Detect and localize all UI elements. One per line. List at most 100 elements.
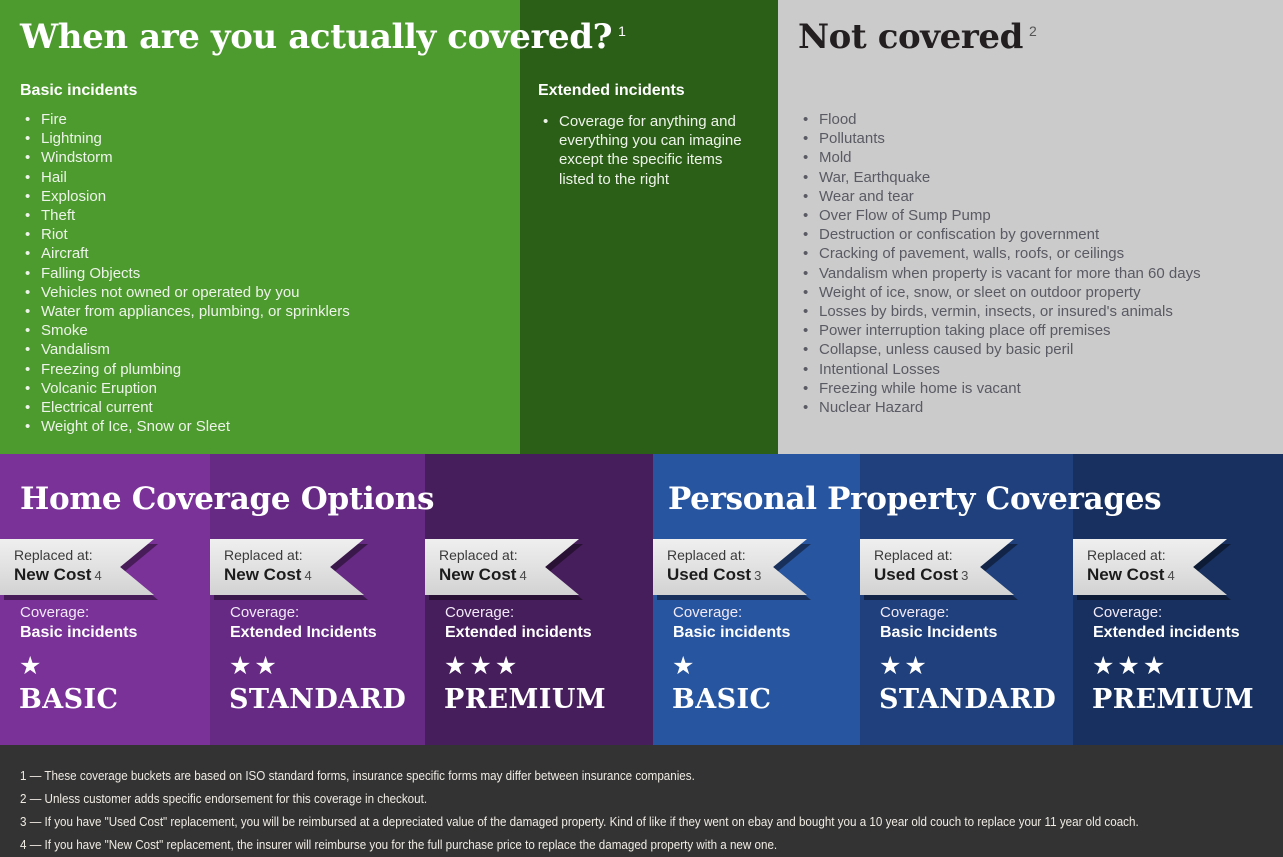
list-item: • Vandalism when property is vacant for m… xyxy=(798,264,1201,283)
list-item: • Volcanic Eruption xyxy=(20,379,350,398)
replaced-at-value: Used Cost 3 xyxy=(874,565,968,585)
basic-incidents-heading: Basic incidents xyxy=(20,82,138,99)
coverage-label: Coverage: xyxy=(230,604,300,621)
coverage-label: Coverage: xyxy=(20,604,90,621)
bullet-icon: • xyxy=(25,207,31,225)
bullet-icon: • xyxy=(803,168,809,186)
coverage-value: Extended incidents xyxy=(445,624,592,641)
coverage-value: Extended incidents xyxy=(1093,624,1240,641)
list-item: • Aircraft xyxy=(20,244,350,263)
list-item-label: Riot xyxy=(41,226,68,244)
list-item: • Freezing of plumbing xyxy=(20,360,350,379)
list-item-label: Explosion xyxy=(41,187,107,205)
list-item-label: Vandalism when property is vacant for mo… xyxy=(819,264,1201,282)
bullet-icon: • xyxy=(803,187,809,205)
list-item-label: Destruction or confiscation by governmen… xyxy=(819,226,1100,244)
bullet-icon: • xyxy=(25,245,31,263)
list-item: • Nuclear Hazard xyxy=(798,398,1201,417)
bullet-icon: • xyxy=(803,111,809,128)
tier-name: PREMIUM xyxy=(444,684,607,715)
list-item: • Wear and tear xyxy=(798,187,1201,206)
covered-title: When are you actually covered? 1 xyxy=(20,20,626,54)
covered-title-superscript: 1 xyxy=(618,22,626,39)
list-item: • Coverage for anything and everything yo… xyxy=(538,112,758,189)
list-item-label: Intentional Losses xyxy=(819,360,940,378)
list-item: • Mold xyxy=(798,148,1201,167)
list-item-label: Power interruption taking place off prem… xyxy=(819,322,1111,340)
list-item-label: War, Earthquake xyxy=(819,168,931,186)
list-item-label: Hail xyxy=(41,168,67,186)
tier-name: PREMIUM xyxy=(1092,684,1255,715)
not-covered-title-text: Not covered xyxy=(798,17,1023,57)
list-item: • Explosion xyxy=(20,187,350,206)
list-item: • Freezing while home is vacant xyxy=(798,379,1201,398)
list-item: • Destruction or confiscation by governme… xyxy=(798,225,1201,244)
replaced-at-label: Replaced at: xyxy=(439,547,518,563)
replacement-cost-type: New Cost xyxy=(224,565,302,584)
list-item: • Falling Objects xyxy=(20,264,350,283)
replacement-ribbon: Replaced at: New Cost 4 xyxy=(425,539,583,600)
replaced-at-label: Replaced at: xyxy=(874,547,953,563)
list-item: • Windstorm xyxy=(20,148,350,167)
list-item: • War, Earthquake xyxy=(798,168,1201,187)
replacement-ribbon: Replaced at: New Cost 4 xyxy=(1073,539,1231,600)
replaced-at-value: New Cost 4 xyxy=(14,565,102,585)
footnote-marker: 4 xyxy=(1167,568,1175,583)
list-item-label: Collapse, unless caused by basic peril xyxy=(819,341,1074,359)
bullet-icon: • xyxy=(803,379,809,397)
coverage-overview-section: When are you actually covered? 1 Not cove… xyxy=(0,0,1283,454)
star-rating-icon: ★ xyxy=(19,652,45,680)
footnote-marker: 4 xyxy=(94,568,102,583)
list-item-label: Freezing of plumbing xyxy=(41,360,182,378)
list-item: • Lightning xyxy=(20,129,350,148)
footnote: 4 — If you have "New Cost" replacement, … xyxy=(20,838,778,852)
bullet-icon: • xyxy=(803,303,809,321)
list-item: • Riot xyxy=(20,225,350,244)
not-covered-title: Not covered 2 xyxy=(798,17,1037,57)
list-item: • Cracking of pavement, walls, roofs, or … xyxy=(798,244,1201,263)
list-item: • Weight of ice, snow, or sleet on outdoo… xyxy=(798,283,1201,302)
footnote-marker: 3 xyxy=(754,568,762,583)
list-item: • Vandalism xyxy=(20,340,350,359)
extended-incidents-heading: Extended incidents xyxy=(538,82,685,99)
home-coverage-column-premium[interactable]: Replaced at: New Cost 4 Coverage: Extended i… xyxy=(425,454,653,745)
coverage-options-section: Replaced at: New Cost 4 Coverage: Basic inci… xyxy=(0,454,1283,745)
footnote-marker: 3 xyxy=(961,568,969,583)
replaced-at-value: New Cost 4 xyxy=(224,565,312,585)
bullet-icon: • xyxy=(25,360,31,378)
list-item-label: Losses by birds, vermin, insects, or ins… xyxy=(819,303,1173,321)
bullet-icon: • xyxy=(803,245,809,263)
replacement-cost-type: New Cost xyxy=(14,565,92,584)
list-item: • Electrical current xyxy=(20,398,350,417)
list-item: • Fire xyxy=(20,110,350,129)
extended-incidents-list: • Coverage for anything and everything yo… xyxy=(538,112,758,189)
bullet-icon: • xyxy=(25,187,31,205)
coverage-label: Coverage: xyxy=(673,604,743,621)
bullet-icon: • xyxy=(25,303,31,321)
list-item: • Losses by birds, vermin, insects, or in… xyxy=(798,302,1201,321)
list-item-label: Weight of ice, snow, or sleet on outdoor… xyxy=(819,283,1141,301)
replacement-ribbon: Replaced at: New Cost 4 xyxy=(0,539,158,600)
bullet-icon: • xyxy=(25,149,31,167)
list-item: • Collapse, unless caused by basic peril xyxy=(798,340,1201,359)
list-item-label: Weight of Ice, Snow or Sleet xyxy=(41,418,230,436)
list-item-label: Smoke xyxy=(41,322,88,340)
list-item: • Vehicles not owned or operated by you xyxy=(20,283,350,302)
list-item-label: Volcanic Eruption xyxy=(41,379,157,397)
replaced-at-label: Replaced at: xyxy=(14,547,93,563)
replacement-cost-type: Used Cost xyxy=(874,565,959,584)
tier-name: STANDARD xyxy=(229,684,407,715)
star-rating-icon: ★★ xyxy=(879,652,930,680)
list-item-label: Coverage for anything and everything you… xyxy=(559,113,742,188)
coverage-label: Coverage: xyxy=(445,604,515,621)
bullet-icon: • xyxy=(25,283,31,301)
bullet-icon: • xyxy=(25,379,31,397)
replacement-ribbon: Replaced at: Used Cost 3 xyxy=(653,539,811,600)
replaced-at-value: Used Cost 3 xyxy=(667,565,761,585)
list-item: • Weight of Ice, Snow or Sleet xyxy=(20,417,350,436)
list-item-label: Windstorm xyxy=(41,149,113,167)
coverage-value: Extended Incidents xyxy=(230,624,377,641)
bullet-icon: • xyxy=(25,111,31,128)
not-covered-list: • Flood • Pollutants • Mold • War, Earthquake • W… xyxy=(798,110,1201,417)
bullet-icon: • xyxy=(803,207,809,225)
